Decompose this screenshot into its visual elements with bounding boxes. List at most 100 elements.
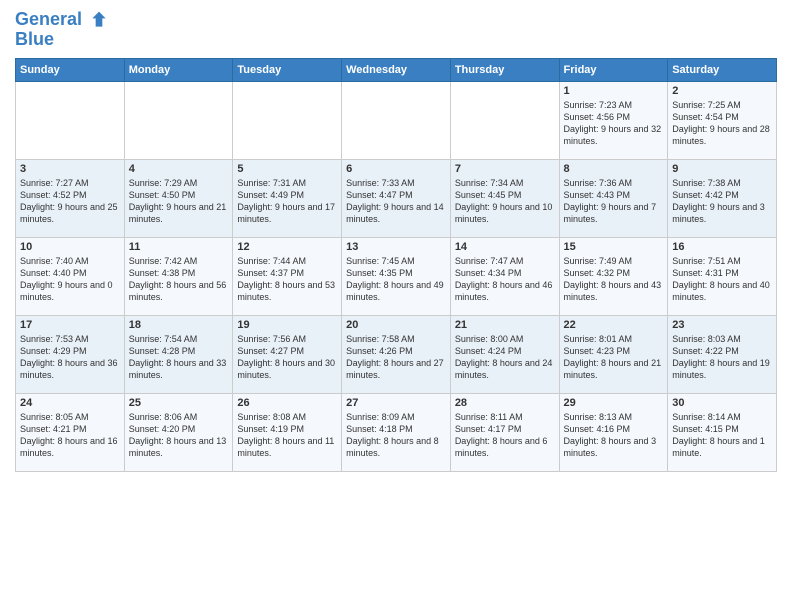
- day-number: 16: [672, 241, 772, 253]
- day-cell: [124, 82, 233, 160]
- logo: General Blue: [15, 10, 109, 50]
- header-cell-thursday: Thursday: [450, 59, 559, 82]
- day-number: 23: [672, 319, 772, 331]
- day-info: Sunrise: 7:49 AMSunset: 4:32 PMDaylight:…: [564, 255, 664, 304]
- day-info: Sunrise: 7:34 AMSunset: 4:45 PMDaylight:…: [455, 177, 555, 226]
- header-cell-wednesday: Wednesday: [342, 59, 451, 82]
- day-number: 29: [564, 397, 664, 409]
- day-info: Sunrise: 8:03 AMSunset: 4:22 PMDaylight:…: [672, 333, 772, 382]
- logo-icon: [89, 10, 109, 30]
- day-number: 26: [237, 397, 337, 409]
- day-cell: 24Sunrise: 8:05 AMSunset: 4:21 PMDayligh…: [16, 394, 125, 472]
- day-cell: 28Sunrise: 8:11 AMSunset: 4:17 PMDayligh…: [450, 394, 559, 472]
- day-number: 4: [129, 163, 229, 175]
- day-number: 20: [346, 319, 446, 331]
- day-info: Sunrise: 8:14 AMSunset: 4:15 PMDaylight:…: [672, 411, 772, 460]
- day-number: 12: [237, 241, 337, 253]
- logo-text: General: [15, 10, 109, 30]
- day-number: 6: [346, 163, 446, 175]
- day-cell: 16 Sunrise: 7:51 AMSunset: 4:31 PMDayligh…: [668, 238, 777, 316]
- page-container: General Blue SundayMondayTuesdayWednesda…: [0, 0, 792, 482]
- day-number: 17: [20, 319, 120, 331]
- day-cell: 9 Sunrise: 7:38 AMSunset: 4:42 PMDaylight…: [668, 160, 777, 238]
- day-info: Sunrise: 8:13 AMSunset: 4:16 PMDaylight:…: [564, 411, 664, 460]
- day-number: 18: [129, 319, 229, 331]
- week-row-3: 10Sunrise: 7:40 AMSunset: 4:40 PMDayligh…: [16, 238, 777, 316]
- week-row-4: 17 Sunrise: 7:53 AMSunset: 4:29 PMDayligh…: [16, 316, 777, 394]
- day-cell: 14 Sunrise: 7:47 AMSunset: 4:34 PMDayligh…: [450, 238, 559, 316]
- day-info: Sunrise: 7:47 AMSunset: 4:34 PMDaylight:…: [455, 255, 555, 304]
- day-number: 5: [237, 163, 337, 175]
- day-number: 27: [346, 397, 446, 409]
- day-number: 15: [564, 241, 664, 253]
- day-number: 11: [129, 241, 229, 253]
- week-row-2: 3 Sunrise: 7:27 AMSunset: 4:52 PMDaylight…: [16, 160, 777, 238]
- day-cell: 20 Sunrise: 7:58 AMSunset: 4:26 PMDayligh…: [342, 316, 451, 394]
- day-info: Sunrise: 7:23 AMSunset: 4:56 PMDaylight:…: [564, 99, 664, 148]
- day-cell: [16, 82, 125, 160]
- day-cell: 10Sunrise: 7:40 AMSunset: 4:40 PMDayligh…: [16, 238, 125, 316]
- day-cell: [342, 82, 451, 160]
- calendar-header: SundayMondayTuesdayWednesdayThursdayFrid…: [16, 59, 777, 82]
- header-cell-tuesday: Tuesday: [233, 59, 342, 82]
- day-cell: 5 Sunrise: 7:31 AMSunset: 4:49 PMDaylight…: [233, 160, 342, 238]
- header-cell-saturday: Saturday: [668, 59, 777, 82]
- day-cell: 2Sunrise: 7:25 AMSunset: 4:54 PMDaylight…: [668, 82, 777, 160]
- day-info: Sunrise: 7:51 AMSunset: 4:31 PMDaylight:…: [672, 255, 772, 304]
- day-number: 25: [129, 397, 229, 409]
- day-number: 8: [564, 163, 664, 175]
- day-info: Sunrise: 7:58 AMSunset: 4:26 PMDaylight:…: [346, 333, 446, 382]
- day-cell: 27 Sunrise: 8:09 AMSunset: 4:18 PMDayligh…: [342, 394, 451, 472]
- day-cell: 15 Sunrise: 7:49 AMSunset: 4:32 PMDayligh…: [559, 238, 668, 316]
- day-number: 13: [346, 241, 446, 253]
- day-number: 2: [672, 85, 772, 97]
- week-row-1: 1 Sunrise: 7:23 AMSunset: 4:56 PMDaylight…: [16, 82, 777, 160]
- day-info: Sunrise: 7:44 AMSunset: 4:37 PMDaylight:…: [237, 255, 337, 304]
- day-number: 1: [564, 85, 664, 97]
- day-cell: 18 Sunrise: 7:54 AMSunset: 4:28 PMDayligh…: [124, 316, 233, 394]
- day-number: 19: [237, 319, 337, 331]
- day-cell: 12 Sunrise: 7:44 AMSunset: 4:37 PMDayligh…: [233, 238, 342, 316]
- week-row-5: 24Sunrise: 8:05 AMSunset: 4:21 PMDayligh…: [16, 394, 777, 472]
- day-info: Sunrise: 7:27 AMSunset: 4:52 PMDaylight:…: [20, 177, 120, 226]
- day-number: 30: [672, 397, 772, 409]
- calendar-body: 1 Sunrise: 7:23 AMSunset: 4:56 PMDaylight…: [16, 82, 777, 472]
- calendar-table: SundayMondayTuesdayWednesdayThursdayFrid…: [15, 58, 777, 472]
- day-number: 14: [455, 241, 555, 253]
- day-info: Sunrise: 7:38 AMSunset: 4:42 PMDaylight:…: [672, 177, 772, 226]
- day-cell: [233, 82, 342, 160]
- day-cell: [450, 82, 559, 160]
- day-cell: 26 Sunrise: 8:08 AMSunset: 4:19 PMDayligh…: [233, 394, 342, 472]
- day-cell: 7 Sunrise: 7:34 AMSunset: 4:45 PMDaylight…: [450, 160, 559, 238]
- page-header: General Blue: [15, 10, 777, 50]
- day-info: Sunrise: 7:33 AMSunset: 4:47 PMDaylight:…: [346, 177, 446, 226]
- header-cell-friday: Friday: [559, 59, 668, 82]
- day-number: 3: [20, 163, 120, 175]
- day-info: Sunrise: 8:01 AMSunset: 4:23 PMDaylight:…: [564, 333, 664, 382]
- logo-text-blue: Blue: [15, 30, 109, 50]
- day-info: Sunrise: 8:09 AMSunset: 4:18 PMDaylight:…: [346, 411, 446, 460]
- day-info: Sunrise: 7:29 AMSunset: 4:50 PMDaylight:…: [129, 177, 229, 226]
- day-cell: 1 Sunrise: 7:23 AMSunset: 4:56 PMDaylight…: [559, 82, 668, 160]
- day-info: Sunrise: 8:08 AMSunset: 4:19 PMDaylight:…: [237, 411, 337, 460]
- day-cell: 29 Sunrise: 8:13 AMSunset: 4:16 PMDayligh…: [559, 394, 668, 472]
- day-cell: 4 Sunrise: 7:29 AMSunset: 4:50 PMDaylight…: [124, 160, 233, 238]
- day-cell: 25Sunrise: 8:06 AMSunset: 4:20 PMDayligh…: [124, 394, 233, 472]
- header-row: SundayMondayTuesdayWednesdayThursdayFrid…: [16, 59, 777, 82]
- day-cell: 22Sunrise: 8:01 AMSunset: 4:23 PMDayligh…: [559, 316, 668, 394]
- day-number: 7: [455, 163, 555, 175]
- day-cell: 23 Sunrise: 8:03 AMSunset: 4:22 PMDayligh…: [668, 316, 777, 394]
- day-info: Sunrise: 7:31 AMSunset: 4:49 PMDaylight:…: [237, 177, 337, 226]
- day-number: 21: [455, 319, 555, 331]
- day-info: Sunrise: 7:54 AMSunset: 4:28 PMDaylight:…: [129, 333, 229, 382]
- day-info: Sunrise: 8:00 AMSunset: 4:24 PMDaylight:…: [455, 333, 555, 382]
- day-cell: 6 Sunrise: 7:33 AMSunset: 4:47 PMDaylight…: [342, 160, 451, 238]
- header-cell-sunday: Sunday: [16, 59, 125, 82]
- day-cell: 19Sunrise: 7:56 AMSunset: 4:27 PMDayligh…: [233, 316, 342, 394]
- day-cell: 17 Sunrise: 7:53 AMSunset: 4:29 PMDayligh…: [16, 316, 125, 394]
- day-number: 9: [672, 163, 772, 175]
- day-cell: 21 Sunrise: 8:00 AMSunset: 4:24 PMDayligh…: [450, 316, 559, 394]
- day-info: Sunrise: 7:45 AMSunset: 4:35 PMDaylight:…: [346, 255, 446, 304]
- day-info: Sunrise: 7:53 AMSunset: 4:29 PMDaylight:…: [20, 333, 120, 382]
- header-cell-monday: Monday: [124, 59, 233, 82]
